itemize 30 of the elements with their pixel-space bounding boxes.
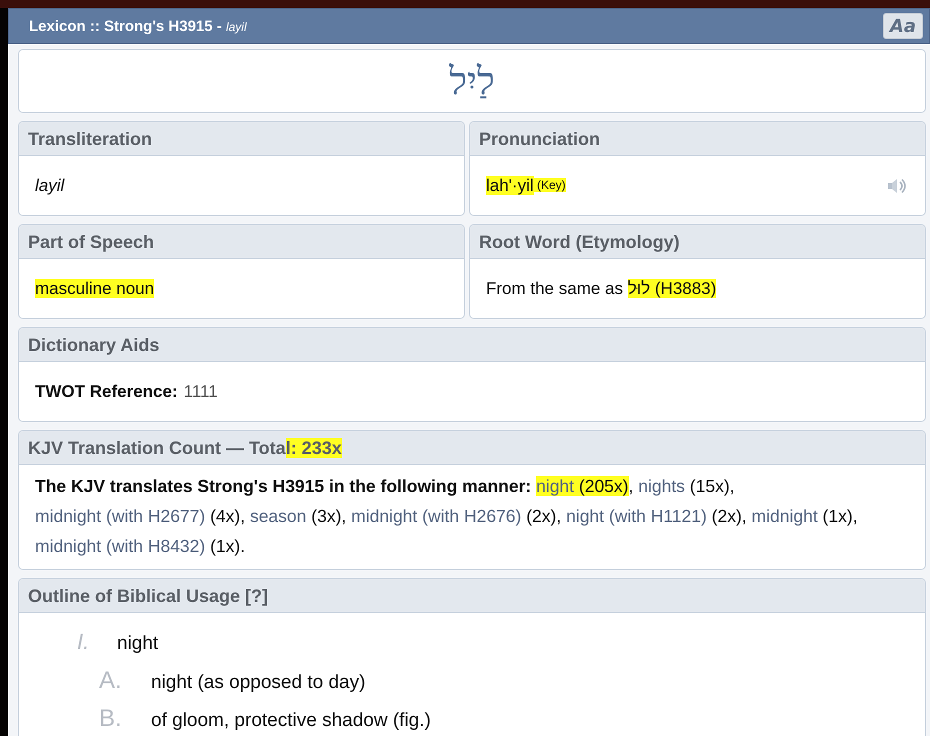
outline-marker: A. [99, 667, 123, 695]
field-value: masculine noun [35, 278, 154, 298]
reference-label: TWOT Reference: [35, 382, 178, 402]
section-heading: Outline of Biblical Usage [?] [19, 579, 925, 613]
outline-marker: B. [99, 705, 123, 733]
section-heading: Dictionary Aids [19, 328, 925, 362]
outline-marker: I. [77, 629, 90, 655]
section-heading: Part of Speech [19, 225, 464, 259]
section-heading: Root Word (Etymology) [470, 225, 925, 259]
translation-link[interactable]: midnight [752, 506, 818, 526]
translation-link[interactable]: night (with H1121) [566, 506, 707, 526]
translation-summary: The KJV translates Strong's H3915 in the following manner: night (205x), nights (15x), midnight (with H2677) (4x), season (3x), midnight (with H2676) (2x), night (with H1121) (2x), midnight (1x), midnight (with H8432) (1x). [35, 475, 859, 558]
translation-link[interactable]: midnight (with H2677) [35, 506, 206, 526]
translation-link[interactable]: season [250, 506, 306, 526]
outline-item: night (as opposed to day) [151, 672, 366, 694]
outline-item: night [117, 633, 158, 655]
speaker-icon[interactable] [887, 178, 909, 194]
section-heading: KJV Translation Count — Total: 233x [19, 431, 925, 465]
reference-value[interactable]: 1111 [184, 382, 218, 402]
field-value: layil [35, 176, 64, 196]
section-heading: Transliteration [19, 122, 464, 156]
translation-link[interactable]: night [536, 476, 574, 496]
translation-link[interactable]: nights [638, 476, 685, 496]
translation-link[interactable]: midnight (with H2676) [351, 506, 522, 526]
outline-item: of gloom, protective shadow (fig.) [151, 710, 431, 732]
section-heading: Pronunciation [470, 122, 925, 156]
hebrew-headword: לַיִל [449, 58, 495, 104]
window-title: Lexicon :: Strong's H3915 - layil [29, 18, 247, 34]
translation-link[interactable]: midnight (with H8432) [35, 536, 206, 556]
font-size-button[interactable]: Aa [882, 13, 923, 39]
